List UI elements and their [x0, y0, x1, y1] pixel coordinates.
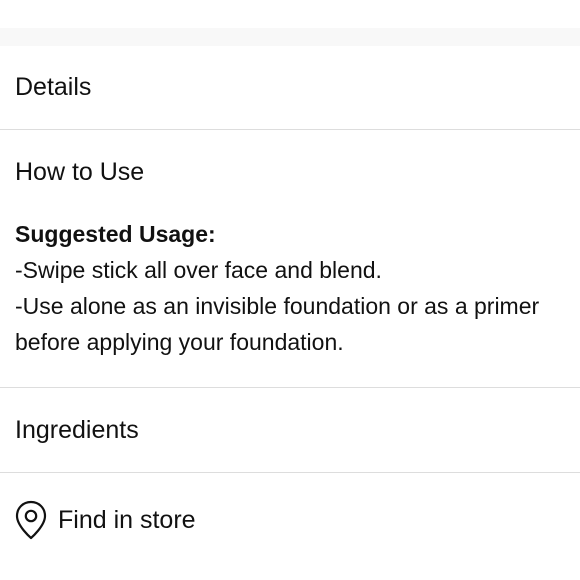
divider [0, 387, 580, 388]
ingredients-title: Ingredients [15, 416, 139, 444]
ingredients-accordion[interactable]: Ingredients [0, 415, 580, 445]
top-section-strip [0, 28, 580, 46]
divider [0, 129, 580, 130]
suggested-usage-heading: Suggested Usage: [15, 221, 216, 247]
usage-line: -Swipe stick all over face and blend. [15, 257, 382, 283]
find-in-store-button[interactable]: Find in store [0, 500, 580, 540]
location-pin-icon [15, 500, 47, 540]
product-info-page: Details How to Use Suggested Usage: -Swi… [0, 0, 580, 580]
divider [0, 472, 580, 473]
how-to-use-title: How to Use [15, 158, 145, 186]
usage-line: -Use alone as an invisible foundation or… [15, 293, 540, 319]
find-in-store-label: Find in store [58, 506, 196, 534]
how-to-use-content: Suggested Usage: -Swipe stick all over f… [15, 218, 580, 360]
usage-line: before applying your foundation. [15, 329, 344, 355]
details-accordion[interactable]: Details [0, 72, 580, 102]
details-title: Details [15, 73, 92, 101]
how-to-use-accordion[interactable]: How to Use [0, 157, 580, 187]
